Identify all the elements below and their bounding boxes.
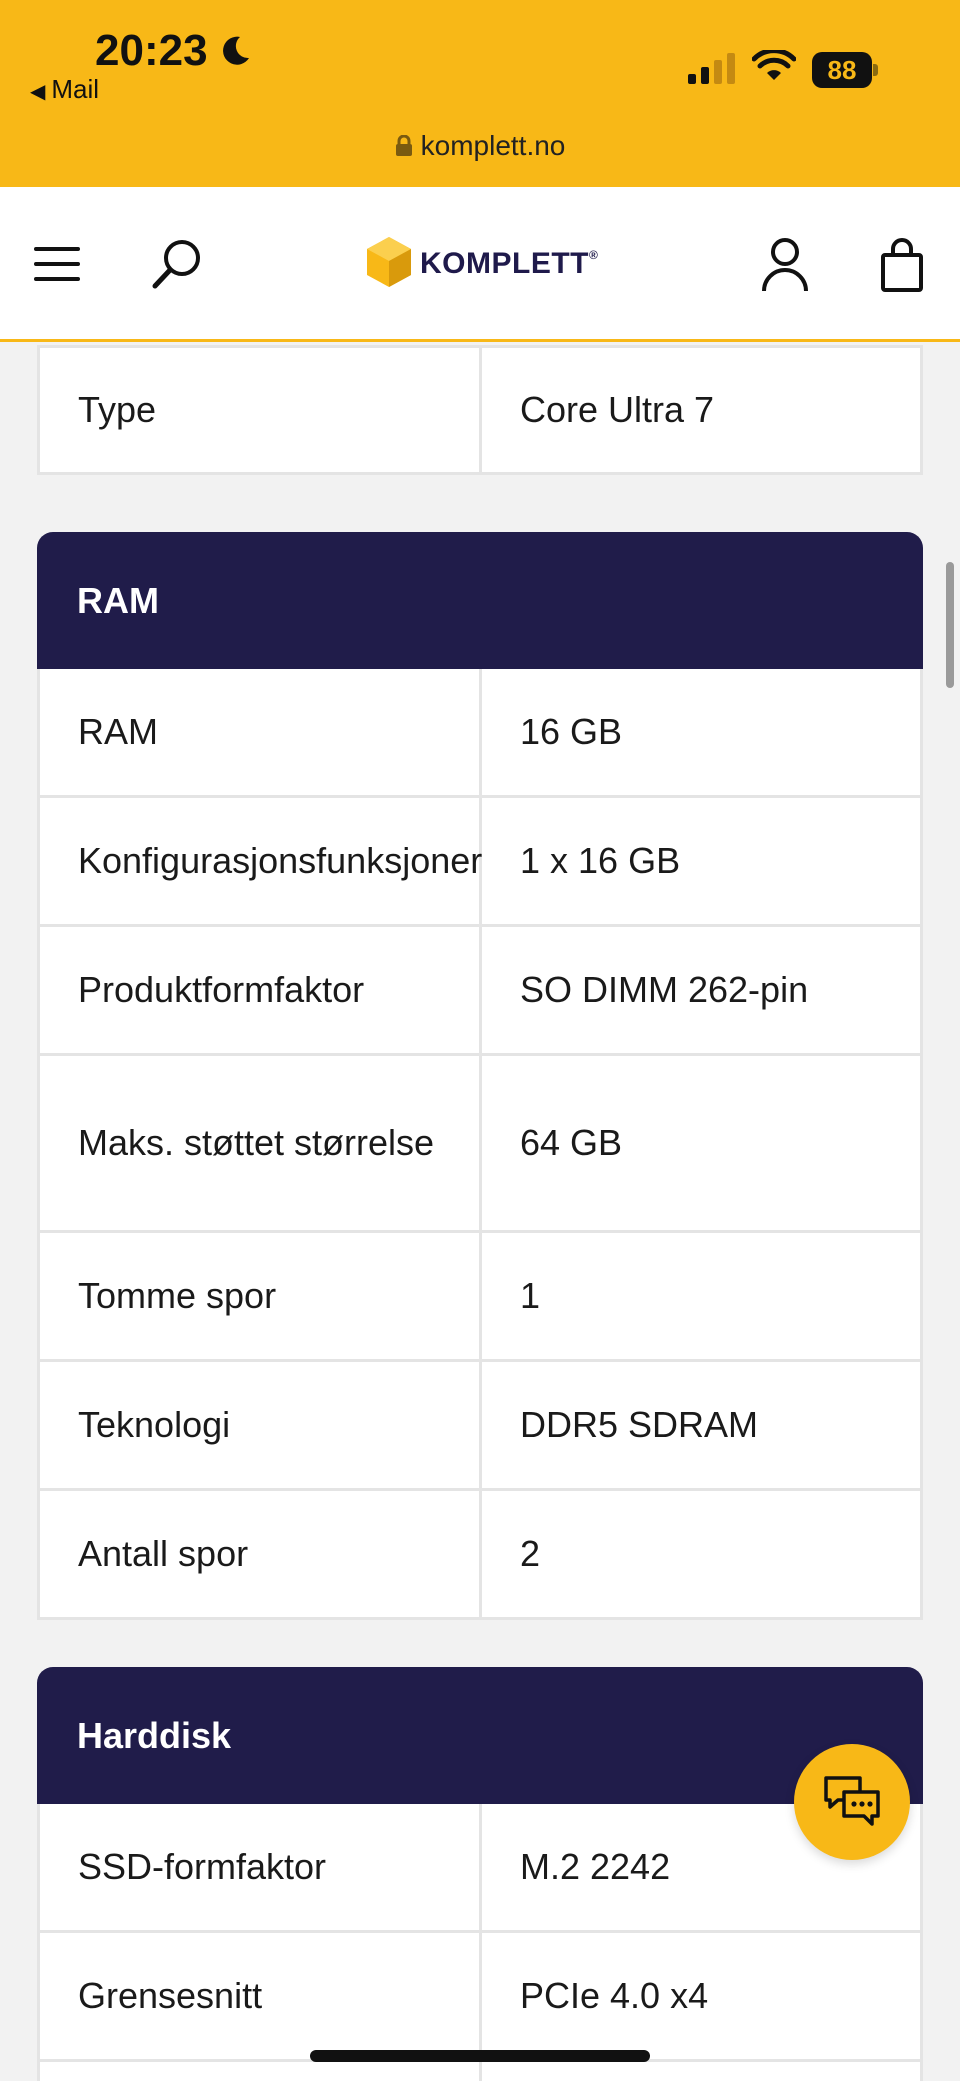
spec-row: Tomme spor 1 xyxy=(37,1233,923,1362)
section-title: RAM xyxy=(37,532,923,669)
spec-value: SO DIMM 262-pin xyxy=(520,969,809,1010)
wifi-icon xyxy=(752,50,796,80)
spec-key: Produktformfaktor xyxy=(40,927,482,1053)
address-bar[interactable]: komplett.no xyxy=(0,130,960,162)
scrollbar-thumb[interactable] xyxy=(946,562,954,688)
cellular-signal-icon xyxy=(688,53,735,84)
site-header: KOMPLETT® xyxy=(0,187,960,342)
battery-level: 88 xyxy=(812,52,872,88)
user-icon[interactable] xyxy=(760,237,810,293)
battery-nub xyxy=(873,64,878,76)
spec-key: Type xyxy=(40,348,482,472)
spec-section-harddisk: Harddisk SSD-formfaktor M.2 2242 Grenses… xyxy=(37,1667,923,2081)
spec-key: Tomme spor xyxy=(40,1233,482,1359)
home-indicator[interactable] xyxy=(310,2050,650,2062)
back-label: Mail xyxy=(51,74,100,104)
spec-row: Konfigurasjonsfunksjoner 1 x 16 GB xyxy=(37,798,923,927)
status-bar: 20:23 ◀ Mail 88 komplett.no xyxy=(0,0,960,187)
spec-key-empty xyxy=(40,2062,482,2081)
spec-key: RAM xyxy=(40,669,482,795)
komplett-logo-mark xyxy=(367,237,411,287)
chat-icon xyxy=(824,1776,880,1826)
cart-icon[interactable] xyxy=(880,237,924,293)
spec-row: Teknologi DDR5 SDRAM xyxy=(37,1362,923,1491)
spec-key: Teknologi xyxy=(40,1362,482,1488)
spec-row: SSD-formfaktor M.2 2242 xyxy=(37,1804,923,1933)
chat-button[interactable] xyxy=(794,1744,910,1860)
battery-indicator: 88 xyxy=(812,52,878,88)
spec-row: Produktformfaktor SO DIMM 262-pin xyxy=(37,927,923,1056)
komplett-logo[interactable]: KOMPLETT® xyxy=(364,235,598,293)
back-triangle-icon: ◀ xyxy=(30,81,46,103)
spec-row: Antall spor 2 xyxy=(37,1491,923,1620)
spec-row: Grensesnitt PCIe 4.0 x4 xyxy=(37,1933,923,2062)
spec-value: Core Ultra 7 xyxy=(520,389,715,430)
spec-key: Maks. støttet størrelse xyxy=(40,1056,482,1230)
section-title: Harddisk xyxy=(37,1667,923,1804)
search-icon[interactable] xyxy=(150,237,204,291)
spec-value-empty xyxy=(482,2062,920,2081)
spec-value: PCIe 4.0 x4 xyxy=(520,1975,709,2016)
spec-row: RAM 16 GB xyxy=(37,669,923,798)
logo-text: KOMPLETT® xyxy=(420,247,599,280)
spec-value: 64 GB xyxy=(520,1122,623,1163)
spec-value: 2 xyxy=(520,1533,541,1574)
url-text: komplett.no xyxy=(420,130,566,161)
spec-row: Maks. støttet størrelse 64 GB xyxy=(37,1056,923,1233)
spec-row: Type Core Ultra 7 xyxy=(37,345,923,475)
spec-value: 16 GB xyxy=(520,711,623,752)
spec-key: Konfigurasjonsfunksjoner xyxy=(40,798,482,924)
spec-key: Grensesnitt xyxy=(40,1933,482,2059)
back-to-mail-link[interactable]: ◀ Mail xyxy=(30,74,99,105)
spec-section-ram: RAM RAM 16 GB Konfigurasjonsfunksjoner 1… xyxy=(37,532,923,1620)
menu-icon[interactable] xyxy=(34,245,82,283)
status-time: 20:23 xyxy=(95,26,208,75)
spec-row-partial xyxy=(37,2062,923,2081)
spec-value: DDR5 SDRAM xyxy=(520,1404,759,1445)
spec-key: Antall spor xyxy=(40,1491,482,1617)
spec-key: SSD-formfaktor xyxy=(40,1804,482,1930)
spec-value: 1 xyxy=(520,1275,541,1316)
moon-icon xyxy=(223,36,249,65)
spec-section-cpu-partial: Type Core Ultra 7 xyxy=(37,345,923,475)
spec-value: 1 x 16 GB xyxy=(520,840,681,881)
lock-icon xyxy=(395,135,412,156)
